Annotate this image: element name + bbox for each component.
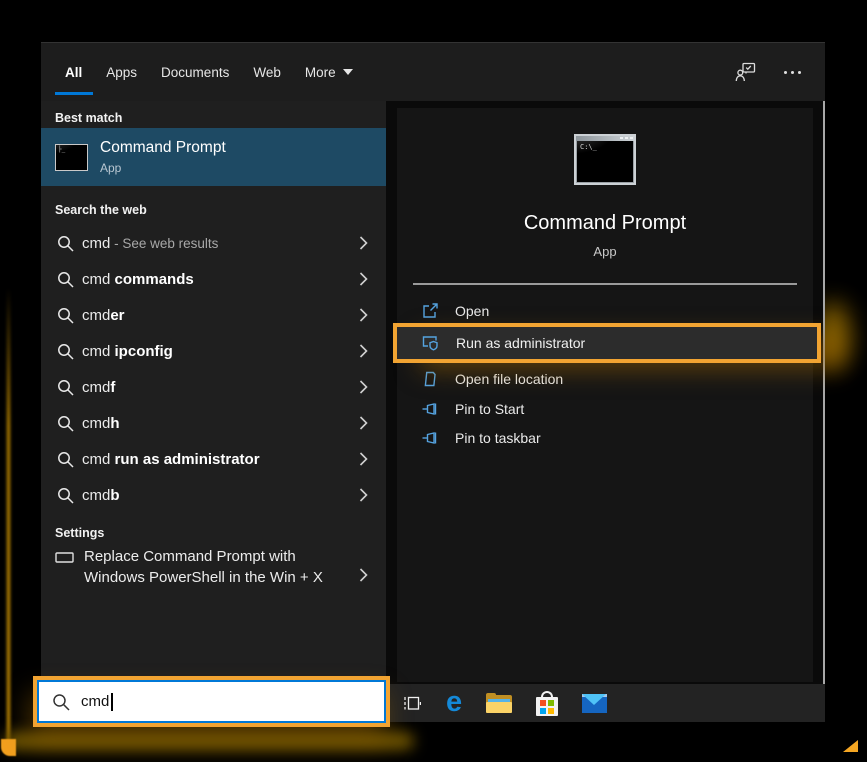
orange-glow-left (7, 288, 10, 746)
command-prompt-icon: ├_ (55, 144, 88, 171)
web-suggestion-row[interactable]: cmd run as administrator (41, 441, 386, 477)
settings-item-line1: Replace Command Prompt with (84, 548, 296, 565)
results-panel: Best match ├_ Command Prompt App Search … (41, 101, 386, 677)
text-caret (111, 693, 113, 711)
web-suggestion-row[interactable]: cmdh (41, 405, 386, 441)
best-match-command-prompt[interactable]: ├_ Command Prompt App (41, 128, 386, 186)
task-view-icon[interactable] (402, 693, 422, 713)
settings-item-line2: Windows PowerShell in the Win + X (84, 569, 323, 586)
preview-panel: C:\_ Command Prompt App Open (397, 108, 813, 682)
search-icon (57, 415, 74, 432)
search-icon (57, 451, 74, 468)
admin-shield-icon (421, 334, 440, 352)
feedback-icon[interactable] (735, 62, 756, 83)
search-icon (57, 235, 74, 252)
pin-icon (421, 429, 439, 447)
action-pin-to-start[interactable]: Pin to Start (397, 396, 813, 422)
command-prompt-icon-large: C:\_ (574, 134, 636, 185)
taskbar: e (390, 684, 825, 722)
ellipsis-icon[interactable] (784, 71, 801, 74)
search-icon (57, 307, 74, 324)
action-pin-to-taskbar[interactable]: Pin to taskbar (397, 425, 813, 451)
tab-more[interactable]: More (305, 65, 353, 80)
chevron-right-icon (359, 236, 368, 250)
chevron-right-icon (359, 344, 368, 358)
orange-corner-bottom-left (1, 739, 16, 756)
search-query-text: cmd (81, 693, 109, 710)
chevron-down-icon (343, 69, 353, 75)
web-suggestion-row[interactable]: cmdf (41, 369, 386, 405)
web-suggestion-row[interactable]: cmder (41, 297, 386, 333)
edge-icon[interactable]: e (446, 688, 462, 717)
best-match-title: Command Prompt (100, 139, 226, 157)
search-icon (57, 271, 74, 288)
search-the-web-header: Search the web (41, 186, 386, 225)
action-run-as-administrator[interactable]: Run as administrator (393, 323, 821, 363)
web-suggestion-row[interactable]: cmdb (41, 477, 386, 513)
search-icon (52, 693, 70, 711)
display-icon (55, 551, 74, 565)
tab-all[interactable]: All (65, 65, 82, 80)
best-match-header: Best match (41, 101, 386, 128)
microsoft-store-icon[interactable] (536, 691, 558, 716)
settings-result-row[interactable]: Replace Command Prompt with Windows Powe… (41, 546, 386, 604)
preview-subtitle: App (397, 244, 813, 259)
chevron-right-icon (359, 308, 368, 322)
chevron-right-icon (359, 272, 368, 286)
mail-icon[interactable] (582, 694, 607, 713)
search-input[interactable]: cmd (37, 680, 386, 723)
search-filter-tabbar: All Apps Documents Web More (41, 43, 825, 101)
tab-apps[interactable]: Apps (106, 65, 137, 80)
search-flyout-window: All Apps Documents Web More (41, 42, 825, 722)
action-open[interactable]: Open (397, 298, 813, 324)
orange-glow-bottom (4, 732, 414, 750)
orange-corner-bottom-right (843, 740, 858, 752)
file-explorer-icon[interactable] (486, 693, 512, 713)
search-icon (57, 487, 74, 504)
tab-documents[interactable]: Documents (161, 65, 229, 80)
action-open-file-location[interactable]: Open file location (397, 366, 813, 392)
search-box-highlight: cmd (33, 676, 390, 727)
chevron-right-icon (359, 416, 368, 430)
preview-title: Command Prompt (397, 212, 813, 235)
web-suggestion-row[interactable]: cmd - See web results (41, 225, 386, 261)
tab-web[interactable]: Web (253, 65, 281, 80)
screenshot-canvas: All Apps Documents Web More (0, 0, 867, 762)
pin-icon (421, 400, 439, 418)
preview-divider (413, 283, 797, 285)
chevron-right-icon (359, 568, 368, 582)
web-suggestion-row[interactable]: cmd ipconfig (41, 333, 386, 369)
chevron-right-icon (359, 488, 368, 502)
web-suggestion-row[interactable]: cmd commands (41, 261, 386, 297)
search-icon (57, 379, 74, 396)
active-tab-underline (55, 92, 93, 95)
file-location-icon (421, 370, 439, 388)
window-right-border (823, 43, 825, 722)
settings-header: Settings (41, 513, 386, 546)
chevron-right-icon (359, 380, 368, 394)
search-icon (57, 343, 74, 360)
chevron-right-icon (359, 452, 368, 466)
open-window-icon (421, 302, 439, 320)
best-match-subtitle: App (100, 161, 226, 175)
